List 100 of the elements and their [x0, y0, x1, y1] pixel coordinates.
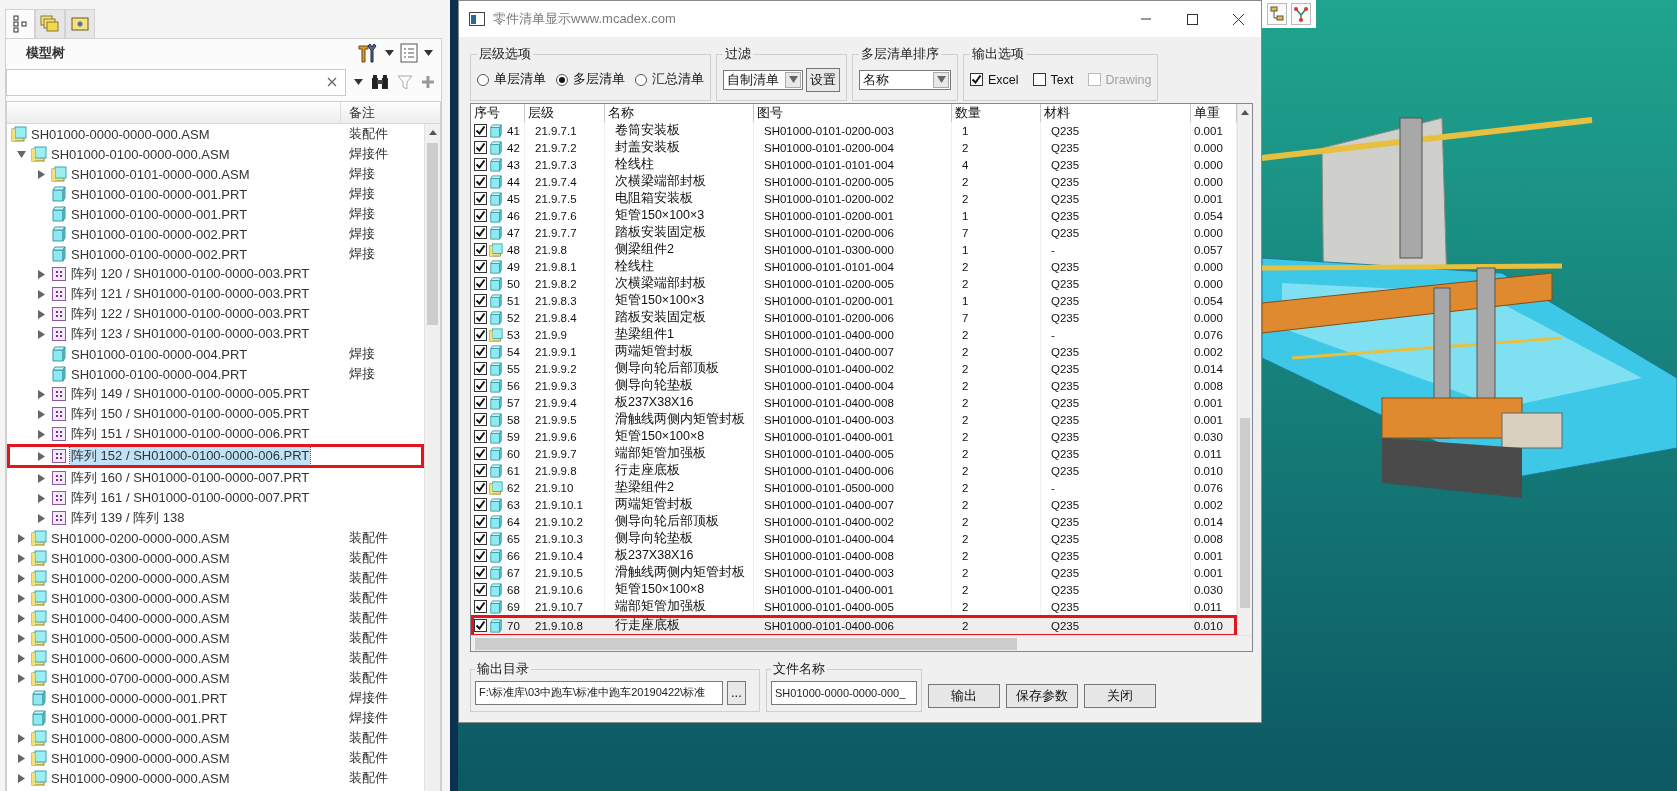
- tree-item-label[interactable]: SH01000-0100-0000-004.PRT: [70, 346, 249, 362]
- row-checkbox[interactable]: [474, 379, 487, 392]
- row-checkbox[interactable]: [474, 294, 487, 307]
- row-checkbox[interactable]: [474, 430, 487, 443]
- dialog-button[interactable]: 关闭: [1084, 684, 1156, 708]
- row-checkbox[interactable]: [474, 498, 487, 511]
- dialog-button[interactable]: 输出: [928, 684, 1000, 708]
- maximize-icon[interactable]: [1186, 13, 1198, 25]
- expand-arrow-icon[interactable]: [16, 673, 26, 683]
- expand-arrow-icon[interactable]: [16, 553, 26, 563]
- vertical-scrollbar[interactable]: [424, 124, 440, 791]
- tree-item-label[interactable]: 阵列 121 / SH01000-0100-0000-003.PRT: [70, 285, 311, 303]
- row-checkbox[interactable]: [474, 328, 487, 341]
- radio-button[interactable]: [477, 73, 489, 86]
- dropdown-field[interactable]: 名称: [859, 69, 951, 90]
- radio-option[interactable]: 汇总清单: [635, 71, 704, 88]
- dropdown-field[interactable]: 自制清单: [723, 69, 803, 90]
- radio-button[interactable]: [635, 73, 647, 86]
- radio-option[interactable]: 单层清单: [477, 71, 546, 88]
- tree-item-label[interactable]: 阵列 160 / SH01000-0100-0000-007.PRT: [70, 469, 311, 487]
- expand-arrow-icon[interactable]: [16, 633, 26, 643]
- row-checkbox[interactable]: [474, 532, 487, 545]
- scroll-thumb[interactable]: [475, 637, 1017, 650]
- checkbox-option[interactable]: Text: [1032, 72, 1074, 87]
- tree-item-label[interactable]: 阵列 149 / SH01000-0100-0000-005.PRT: [70, 385, 311, 403]
- browse-button[interactable]: ...: [727, 680, 746, 705]
- dropdown-arrow-icon[interactable]: [424, 50, 433, 56]
- row-checkbox[interactable]: [474, 515, 487, 528]
- horizontal-scrollbar[interactable]: [471, 635, 1252, 651]
- expand-arrow-icon[interactable]: [36, 409, 46, 419]
- search-field[interactable]: [6, 68, 347, 96]
- row-checkbox[interactable]: [474, 345, 487, 358]
- vertical-scrollbar[interactable]: [1237, 104, 1252, 635]
- scroll-thumb[interactable]: [1239, 418, 1251, 608]
- expand-arrow-icon[interactable]: [16, 593, 26, 603]
- node-link-icon[interactable]: [1291, 3, 1311, 25]
- expand-arrow-icon[interactable]: [36, 169, 46, 179]
- row-checkbox[interactable]: [474, 481, 487, 494]
- tree-item-label[interactable]: SH01000-0000-0000-001.PRT: [50, 690, 229, 706]
- expand-arrow-icon[interactable]: [16, 753, 26, 763]
- tree-item-label[interactable]: SH01000-0200-0000-000.ASM: [50, 530, 231, 546]
- selected-row[interactable]: 70 21.9.10.8 行走座底板 SH01000-0101-0400-006 2 Q235 0.010: [471, 615, 1237, 635]
- row-checkbox[interactable]: [474, 175, 487, 188]
- scroll-up-arrow-icon[interactable]: [428, 129, 437, 135]
- tree-item-label[interactable]: SH01000-0400-0000-000.ASM: [50, 610, 231, 626]
- tree-item-label[interactable]: 阵列 139 / 阵列 138: [70, 509, 186, 527]
- tree-item-label[interactable]: 阵列 151 / SH01000-0100-0000-006.PRT: [70, 425, 311, 443]
- tree-item-label[interactable]: SH01000-0300-0000-000.ASM: [50, 590, 231, 606]
- row-checkbox[interactable]: [474, 464, 487, 477]
- row-checkbox[interactable]: [474, 277, 487, 290]
- expand-arrow-icon[interactable]: [36, 473, 46, 483]
- tree-item-label[interactable]: SH01000-0000-0000-000.ASM: [30, 126, 211, 142]
- tools-icon[interactable]: [357, 42, 379, 64]
- tree-item-label[interactable]: SH01000-0900-0000-000.ASM: [50, 750, 231, 766]
- expand-arrow-icon[interactable]: [36, 289, 46, 299]
- tree-item-label[interactable]: SH01000-0100-0000-001.PRT: [70, 206, 249, 222]
- row-checkbox[interactable]: [474, 600, 487, 613]
- close-icon[interactable]: [1232, 13, 1244, 25]
- row-checkbox[interactable]: [474, 413, 487, 426]
- dialog-button[interactable]: 保存参数: [1006, 684, 1078, 708]
- row-checkbox[interactable]: [474, 226, 487, 239]
- expand-arrow-icon[interactable]: [16, 733, 26, 743]
- add-icon[interactable]: [421, 75, 435, 89]
- tree-item-label[interactable]: SH01000-0000-0000-001.PRT: [50, 710, 229, 726]
- tree-item-label[interactable]: SH01000-0200-0000-000.ASM: [50, 570, 231, 586]
- tree-item-label[interactable]: SH01000-0300-0000-000.ASM: [50, 550, 231, 566]
- expand-arrow-icon[interactable]: [36, 493, 46, 503]
- row-checkbox[interactable]: [474, 396, 487, 409]
- row-checkbox[interactable]: [474, 311, 487, 324]
- expand-arrow-icon[interactable]: [36, 451, 46, 461]
- tree-item-label[interactable]: SH01000-0100-0000-000.ASM: [50, 146, 231, 162]
- tree-item-label[interactable]: SH01000-0600-0000-000.ASM: [50, 650, 231, 666]
- expand-arrow-icon[interactable]: [36, 513, 46, 523]
- row-checkbox[interactable]: [474, 192, 487, 205]
- row-checkbox[interactable]: [474, 243, 487, 256]
- tree-item-label[interactable]: 阵列 150 / SH01000-0100-0000-005.PRT: [70, 405, 311, 423]
- tree-item-label[interactable]: SH01000-0500-0000-000.ASM: [50, 630, 231, 646]
- row-checkbox[interactable]: [474, 566, 487, 579]
- tree-item-label[interactable]: SH01000-0101-0000-000.ASM: [70, 166, 251, 182]
- expand-arrow-icon[interactable]: [16, 149, 26, 159]
- tree-item-label[interactable]: SH01000-0100-0000-001.PRT: [70, 186, 249, 202]
- tree-item-label[interactable]: SH01000-0700-0000-000.ASM: [50, 670, 231, 686]
- expand-arrow-icon[interactable]: [16, 533, 26, 543]
- settings-button[interactable]: 设置: [806, 67, 840, 92]
- checkbox-option[interactable]: Excel: [970, 72, 1019, 87]
- radio-option[interactable]: 多层清单: [556, 71, 625, 88]
- tree-item-label[interactable]: 阵列 122 / SH01000-0100-0000-003.PRT: [70, 305, 311, 323]
- row-checkbox[interactable]: [474, 124, 487, 137]
- hierarchy-icon[interactable]: [1267, 3, 1287, 25]
- expand-arrow-icon[interactable]: [36, 389, 46, 399]
- tree-item-label[interactable]: 阵列 123 / SH01000-0100-0000-003.PRT: [70, 325, 311, 343]
- binoculars-icon[interactable]: [371, 74, 390, 90]
- tree-item-label[interactable]: 阵列 152 / SH01000-0100-0000-006.PRT: [70, 447, 311, 465]
- expand-arrow-icon[interactable]: [36, 269, 46, 279]
- expand-arrow-icon[interactable]: [36, 309, 46, 319]
- tree-item-label[interactable]: SH01000-0100-0000-002.PRT: [70, 226, 249, 242]
- radio-button[interactable]: [556, 73, 568, 86]
- expand-arrow-icon[interactable]: [16, 773, 26, 783]
- row-checkbox[interactable]: [474, 260, 487, 273]
- expand-arrow-icon[interactable]: [16, 653, 26, 663]
